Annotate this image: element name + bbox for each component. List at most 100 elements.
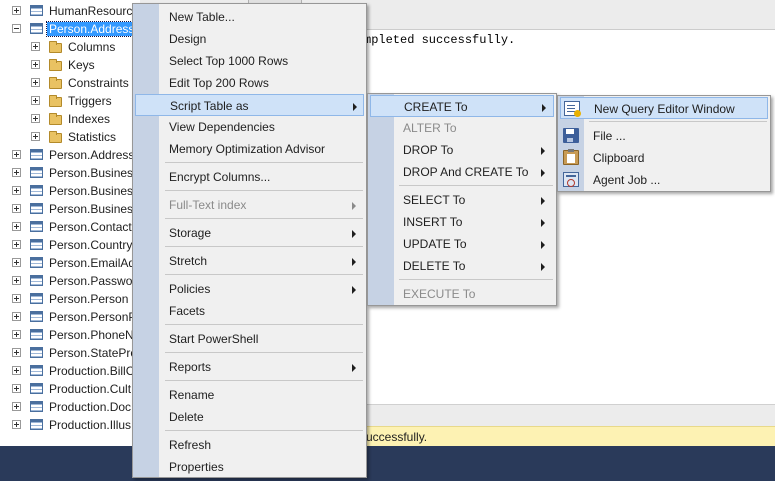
expand-plus-icon[interactable] bbox=[31, 114, 40, 123]
tree-node-table[interactable]: Person.StatePro bbox=[0, 344, 140, 362]
expand-plus-icon[interactable] bbox=[12, 186, 21, 195]
menu-item-update-to[interactable]: UPDATE To bbox=[370, 233, 554, 255]
expand-plus-icon[interactable] bbox=[12, 384, 21, 393]
expand-plus-icon[interactable] bbox=[12, 222, 21, 231]
tree-folder-indexes[interactable]: Indexes bbox=[0, 110, 140, 128]
tree-node-table[interactable]: Production.Illus bbox=[0, 416, 140, 434]
tree-folder-keys[interactable]: Keys bbox=[0, 56, 140, 74]
folder-icon bbox=[49, 131, 62, 143]
menu-item-policies[interactable]: Policies bbox=[135, 278, 364, 300]
tree-node-table[interactable]: Production.BillC bbox=[0, 362, 140, 380]
tree-folder-statistics[interactable]: Statistics bbox=[0, 128, 140, 146]
expand-plus-icon[interactable] bbox=[31, 78, 40, 87]
menu-item-file[interactable]: File ... bbox=[560, 125, 768, 147]
tree-node-table[interactable]: Person.AddressT bbox=[0, 146, 140, 164]
menu-item-reports[interactable]: Reports bbox=[135, 356, 364, 378]
tree-folder-columns[interactable]: Columns bbox=[0, 38, 140, 56]
menu-item-clipboard[interactable]: Clipboard bbox=[560, 147, 768, 169]
tree-node-table[interactable]: Production.Doc bbox=[0, 398, 140, 416]
menu-item-insert-to[interactable]: INSERT To bbox=[370, 211, 554, 233]
expand-plus-icon[interactable] bbox=[12, 240, 21, 249]
table-icon bbox=[30, 275, 43, 286]
tree-node-label: Production.Doc bbox=[49, 400, 132, 414]
tree-node-table[interactable]: Person.ContactT bbox=[0, 218, 140, 236]
menu-item-full-text-index: Full-Text index bbox=[135, 194, 364, 216]
messages-output: mpleted successfully. bbox=[364, 33, 516, 47]
menu-item-create-to[interactable]: CREATE To bbox=[370, 95, 554, 117]
table-icon bbox=[30, 185, 43, 196]
menu-item-delete-to[interactable]: DELETE To bbox=[370, 255, 554, 277]
menu-item-select-to[interactable]: SELECT To bbox=[370, 189, 554, 211]
expand-plus-icon[interactable] bbox=[12, 420, 21, 429]
menu-item-memory-optimization-advisor[interactable]: Memory Optimization Advisor bbox=[135, 138, 364, 160]
menu-item-view-dependencies[interactable]: View Dependencies bbox=[135, 116, 364, 138]
menu-item-stretch[interactable]: Stretch bbox=[135, 250, 364, 272]
menu-item-delete[interactable]: Delete bbox=[135, 406, 364, 428]
tree-node-table[interactable]: Person.PersonP bbox=[0, 308, 140, 326]
expand-plus-icon[interactable] bbox=[31, 60, 40, 69]
menu-item-encrypt-columns[interactable]: Encrypt Columns... bbox=[135, 166, 364, 188]
menu-item-facets[interactable]: Facets bbox=[135, 300, 364, 322]
expand-plus-icon[interactable] bbox=[12, 276, 21, 285]
expand-plus-icon[interactable] bbox=[12, 258, 21, 267]
menu-item-label: View Dependencies bbox=[169, 120, 275, 134]
menu-item-new-query-editor-window[interactable]: New Query Editor Window bbox=[560, 97, 768, 119]
tree-node-table[interactable]: Person.Business bbox=[0, 164, 140, 182]
menu-separator bbox=[399, 185, 553, 186]
table-icon bbox=[30, 329, 43, 340]
tree-node-humanresources[interactable]: HumanResourc bbox=[0, 2, 140, 20]
menu-item-label: Start PowerShell bbox=[169, 332, 259, 346]
tree-node-table[interactable]: Production.Cult bbox=[0, 380, 140, 398]
tree-folder-constraints[interactable]: Constraints bbox=[0, 74, 140, 92]
tree-node-table[interactable]: Person.PhoneN bbox=[0, 326, 140, 344]
menu-item-agent-job[interactable]: Agent Job ... bbox=[560, 169, 768, 191]
table-icon bbox=[30, 365, 43, 376]
status-message: uccessfully. bbox=[366, 430, 428, 444]
menu-item-storage[interactable]: Storage bbox=[135, 222, 364, 244]
menu-item-label: Agent Job ... bbox=[593, 173, 661, 187]
submenu-arrow-icon bbox=[352, 258, 356, 266]
tree-node-label: Person.Business bbox=[49, 202, 140, 216]
menu-item-properties[interactable]: Properties bbox=[135, 456, 364, 478]
tree-folder-triggers[interactable]: Triggers bbox=[0, 92, 140, 110]
tree-node-person-address[interactable]: Person.Address bbox=[0, 20, 140, 38]
expand-plus-icon[interactable] bbox=[31, 132, 40, 141]
menu-item-drop-to[interactable]: DROP To bbox=[370, 139, 554, 161]
expand-plus-icon[interactable] bbox=[31, 42, 40, 51]
tree-node-table[interactable]: Person.Business bbox=[0, 182, 140, 200]
submenu-arrow-icon bbox=[541, 219, 545, 227]
tree-node-table[interactable]: Person.Business bbox=[0, 200, 140, 218]
expand-plus-icon[interactable] bbox=[12, 312, 21, 321]
tree-node-table[interactable]: Person.Person bbox=[0, 290, 140, 308]
menu-item-start-powershell[interactable]: Start PowerShell bbox=[135, 328, 364, 350]
tree-node-table[interactable]: Person.Country bbox=[0, 236, 140, 254]
expand-plus-icon[interactable] bbox=[12, 168, 21, 177]
menu-item-design[interactable]: Design bbox=[135, 28, 364, 50]
expand-plus-icon[interactable] bbox=[12, 348, 21, 357]
tree-node-label: Person.EmailAd bbox=[49, 256, 136, 270]
table-icon bbox=[30, 221, 43, 232]
expand-plus-icon[interactable] bbox=[12, 150, 21, 159]
save-icon bbox=[563, 128, 579, 143]
expand-plus-icon[interactable] bbox=[12, 402, 21, 411]
table-context-menu: New Table... Design Select Top 1000 Rows… bbox=[132, 3, 367, 478]
tree-node-label: Production.BillC bbox=[49, 364, 135, 378]
menu-separator bbox=[165, 162, 363, 163]
tree-node-table[interactable]: Person.EmailAd bbox=[0, 254, 140, 272]
expand-plus-icon[interactable] bbox=[31, 96, 40, 105]
menu-item-refresh[interactable]: Refresh bbox=[135, 434, 364, 456]
expand-plus-icon[interactable] bbox=[12, 204, 21, 213]
tree-node-table[interactable]: Person.Passwor bbox=[0, 272, 140, 290]
expand-plus-icon[interactable] bbox=[12, 6, 21, 15]
menu-item-script-table-as[interactable]: Script Table as bbox=[135, 94, 364, 116]
expand-plus-icon[interactable] bbox=[12, 294, 21, 303]
menu-item-select-top-rows[interactable]: Select Top 1000 Rows bbox=[135, 50, 364, 72]
submenu-arrow-icon bbox=[541, 263, 545, 271]
expand-plus-icon[interactable] bbox=[12, 366, 21, 375]
collapse-minus-icon[interactable] bbox=[12, 24, 21, 33]
menu-item-drop-and-create-to[interactable]: DROP And CREATE To bbox=[370, 161, 554, 183]
menu-item-edit-top-rows[interactable]: Edit Top 200 Rows bbox=[135, 72, 364, 94]
expand-plus-icon[interactable] bbox=[12, 330, 21, 339]
menu-item-new-table[interactable]: New Table... bbox=[135, 6, 364, 28]
menu-item-rename[interactable]: Rename bbox=[135, 384, 364, 406]
